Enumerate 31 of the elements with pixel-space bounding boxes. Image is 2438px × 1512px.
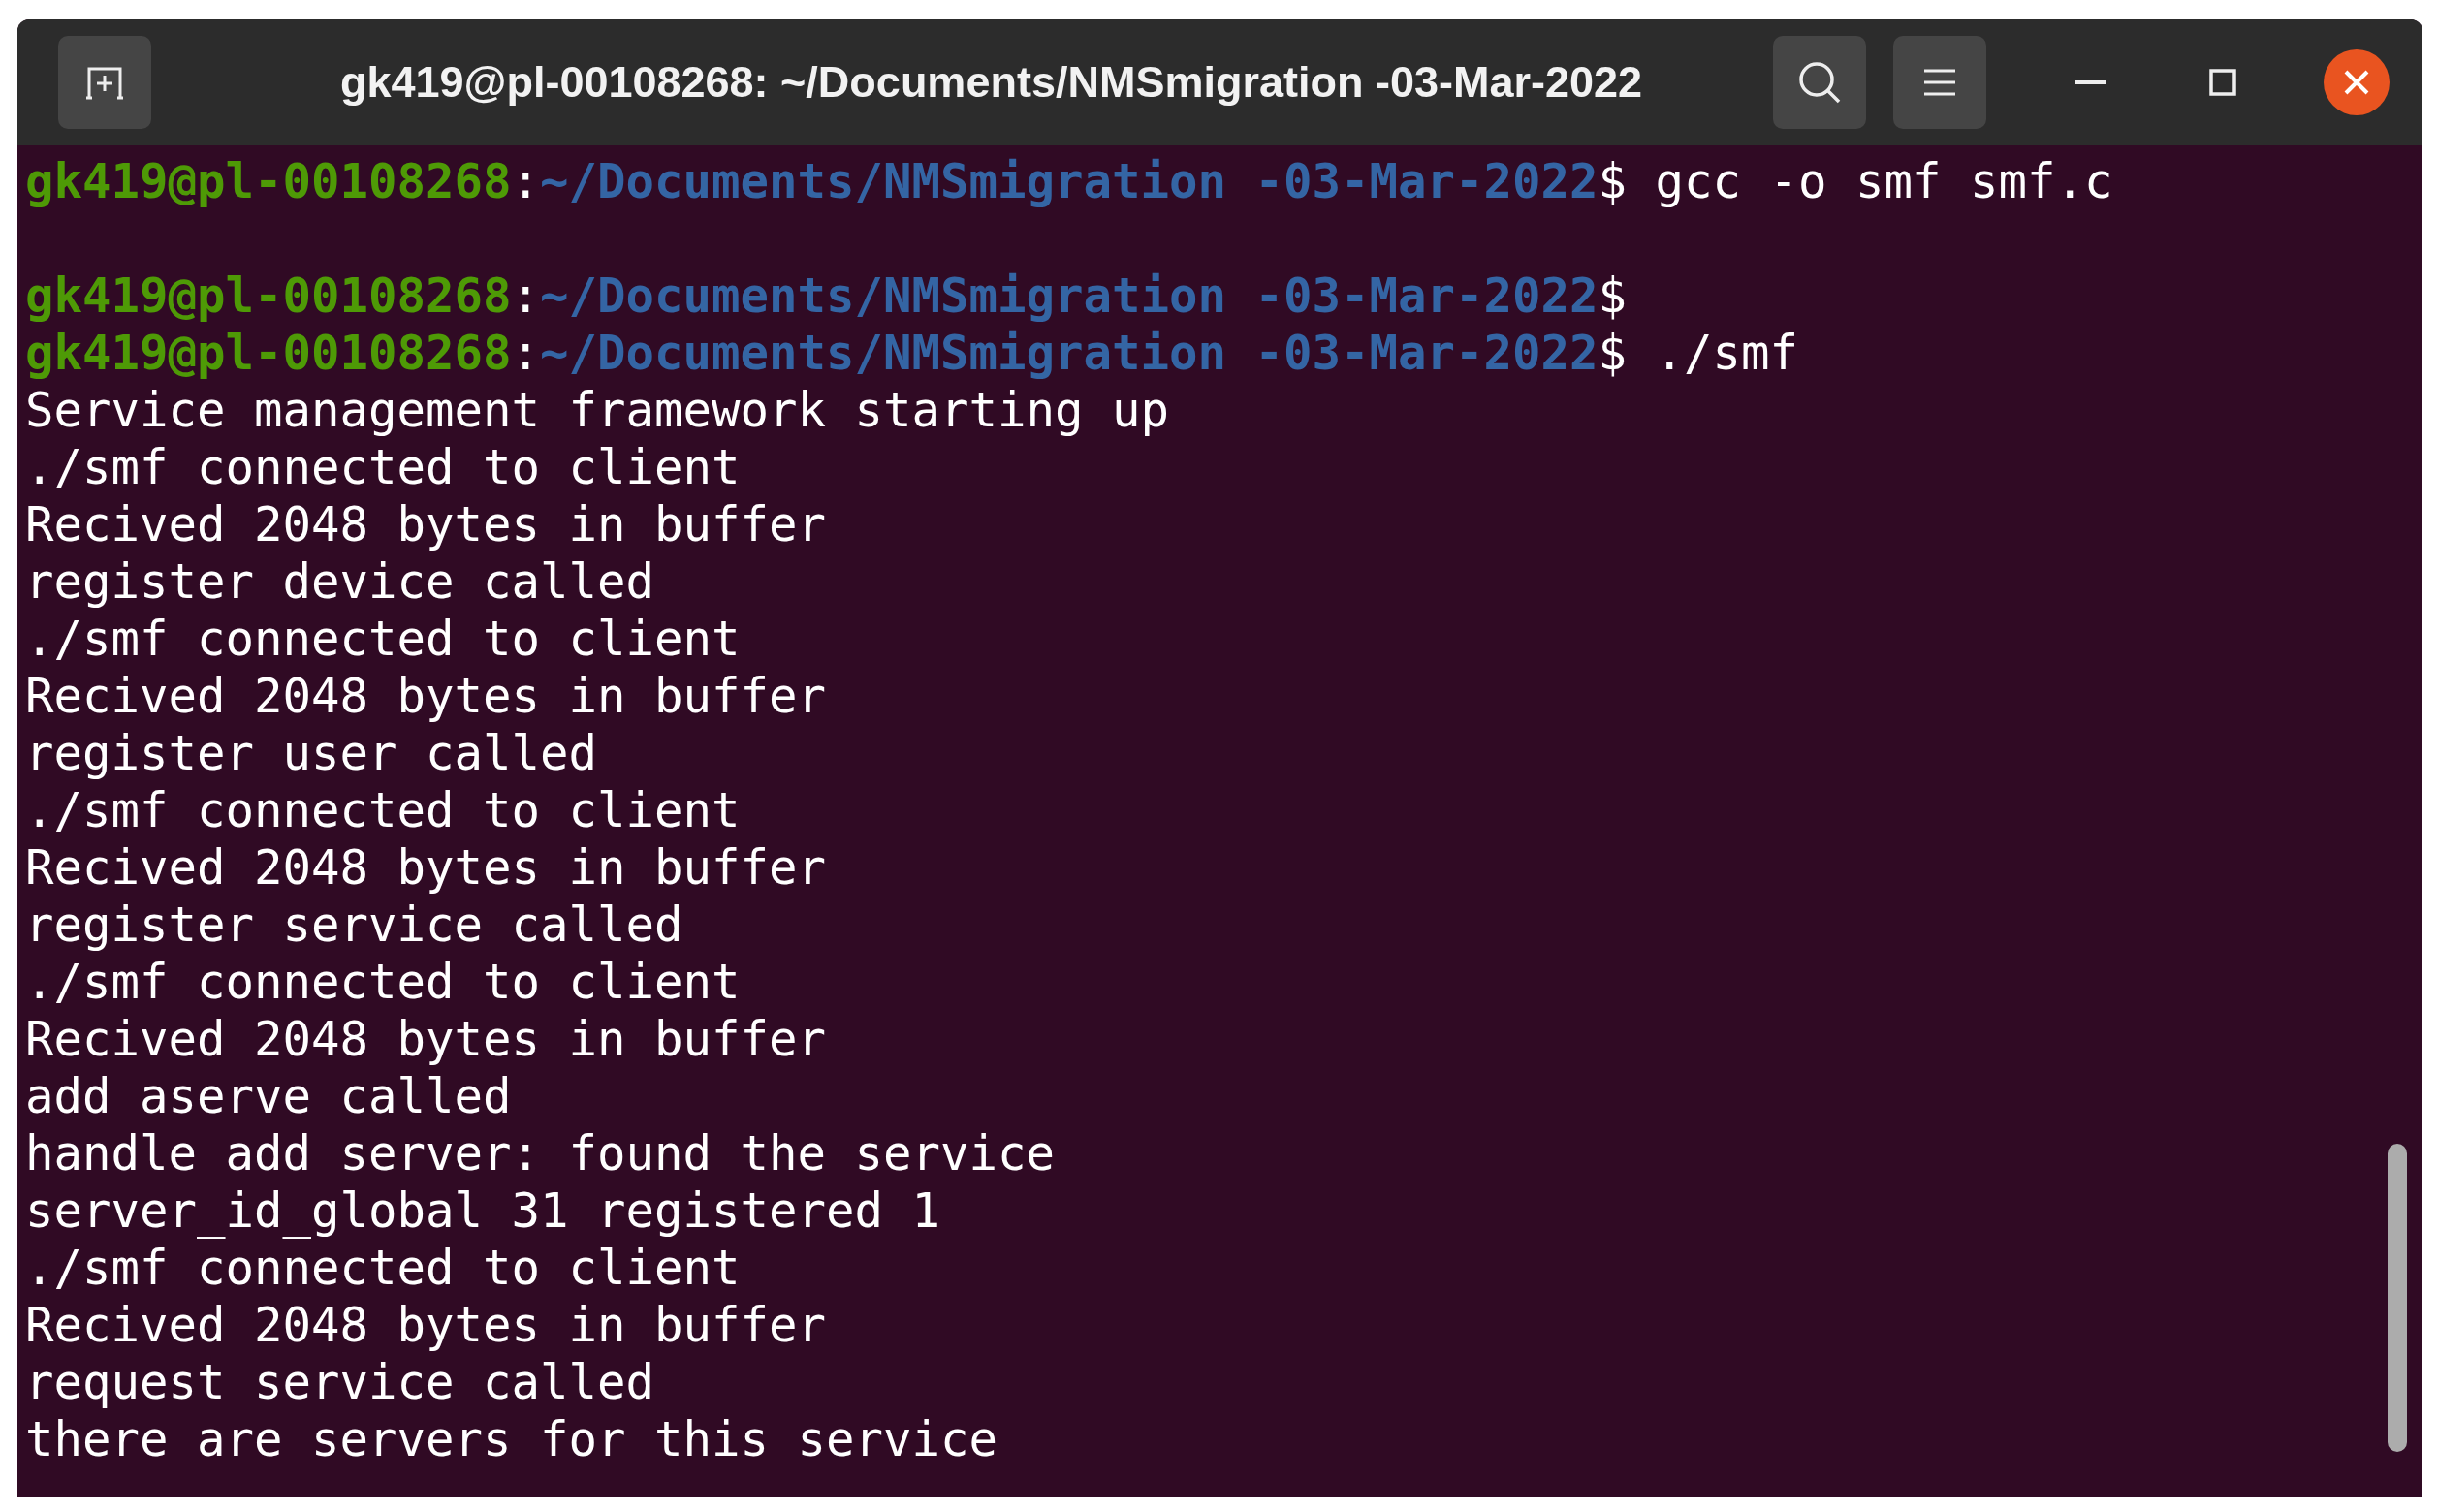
output-line: server_id_global 31 registered 1 <box>25 1182 940 1240</box>
prompt-line: gk419@pl-00108268:~/Documents/NMSmigration -03-Mar-2022$ ./smf <box>25 325 1799 382</box>
output-line: register device called <box>25 553 654 611</box>
window-title: gk419@pl-00108268: ~/Documents/NMSmigration -03-Mar-2022 <box>338 57 1644 108</box>
prompt-line: gk419@pl-00108268:~/Documents/NMSmigration -03-Mar-2022$ <box>25 268 1628 325</box>
output-line: Recived 2048 bytes in buffer <box>25 668 826 725</box>
menu-button[interactable] <box>1893 36 1986 129</box>
search-button[interactable] <box>1773 36 1866 129</box>
output-line: register user called <box>25 725 597 782</box>
output-line: ./smf connected to client <box>25 1240 741 1297</box>
scrollbar-thumb[interactable] <box>2388 1144 2407 1452</box>
output-line: request service called <box>25 1354 654 1411</box>
new-tab-button[interactable] <box>58 36 151 129</box>
output-line: Recived 2048 bytes in buffer <box>25 839 826 897</box>
output-line: add aserve called <box>25 1068 512 1125</box>
output-line: Recived 2048 bytes in buffer <box>25 1297 826 1354</box>
prompt-line: gk419@pl-00108268:~/Documents/NMSmigration -03-Mar-2022$ gcc -o smf smf.c <box>25 153 2113 210</box>
output-line: ./smf connected to client <box>25 439 741 496</box>
close-icon <box>2343 69 2370 96</box>
output-line: Recived 2048 bytes in buffer <box>25 1011 826 1068</box>
minimize-icon <box>2075 79 2106 85</box>
output-line: ./smf connected to client <box>25 782 741 839</box>
output-line: ./smf connected to client <box>25 611 741 668</box>
output-line: Service management framework starting up <box>25 382 1170 439</box>
maximize-icon <box>2209 69 2236 96</box>
output-line: handle add server: found the service <box>25 1125 1056 1182</box>
output-line: there are servers for this service <box>25 1411 998 1468</box>
output-line: register service called <box>25 897 683 954</box>
output-line: Recived 2048 bytes in buffer <box>25 496 826 553</box>
menu-icon <box>1922 68 1957 97</box>
output-line: ./smf connected to client <box>25 954 741 1011</box>
